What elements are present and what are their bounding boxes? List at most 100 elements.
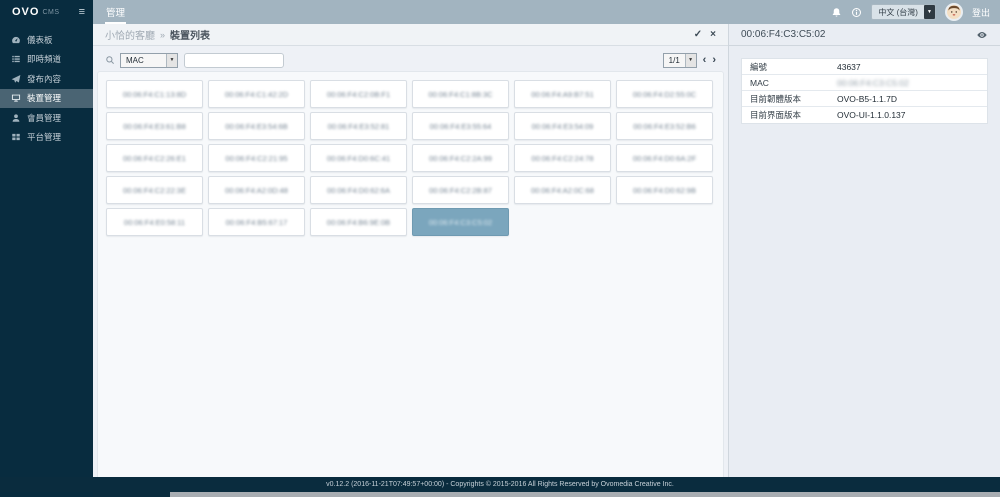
device-card[interactable]: 00:06:F4:E3:52:B6 [616,112,713,140]
device-card[interactable]: 00:06:F4:C2:0B:F1 [310,80,407,108]
main-content: 小恰的客廳 » 裝置列表 ✓ × MAC ▼ 1/1 ▼ ‹ › 00:06:F… [93,24,728,477]
tab-management[interactable]: 管理 [105,0,127,24]
device-mac-label: 00:06:F4:A9:B7:51 [531,89,594,99]
device-card[interactable]: 00:06:F4:E0:58:11 [106,208,203,236]
user-icon [11,113,21,123]
device-mac-label: 00:06:F4:C1:8B:3C [428,89,493,99]
app-logo-suffix: CMS [42,8,60,16]
page-select[interactable]: 1/1 ▼ [662,52,697,68]
sidebar-item-member-management[interactable]: 會員管理 [0,108,93,128]
breadcrumb-actions: ✓ × [694,29,716,40]
bottom-edge [0,492,1000,497]
device-mac-label: 00:06:F4:E3:52:B6 [633,121,696,131]
device-card[interactable]: 00:06:F4:C2:22:3E [106,176,203,204]
sidebar-item-label: 儀表板 [27,34,53,45]
device-card[interactable]: 00:06:F4:A2:0D:48 [208,176,305,204]
detail-header: 00:06:F4:C3:C5:02 [729,24,1000,46]
topbar: 管理 中文 (台灣) ▼ 登出 [93,0,1000,24]
bell-icon[interactable] [831,7,842,18]
device-mac-label: 00:06:F4:D0:6C:41 [326,153,391,163]
device-card[interactable]: 00:06:F4:C1:42:2D [208,80,305,108]
detail-table: 編號 43637 MAC 00:06:F4:C3:C5:02 目前韌體版本 OVO-B5-… [741,58,988,124]
footer: v0.12.2 (2016-11-21T07:49:57+00:00) - Co… [0,477,1000,492]
device-grid: 00:06:F4:C1:13:8D 00:06:F4:C1:42:2D 00:06:… [98,72,723,244]
monitor-icon [11,93,21,103]
device-mac-label: 00:06:F4:E3:55:64 [429,121,492,131]
breadcrumb-parent[interactable]: 小恰的客廳 [105,27,155,42]
device-card[interactable]: 00:06:F4:D2:55:0C [616,80,713,108]
sidebar-item-label: 發布內容 [27,73,62,84]
sidebar-item-platform-management[interactable]: 平台管理 [0,128,93,148]
sidebar-item-label: 即時頻道 [27,54,62,65]
search-field-select[interactable]: MAC ▼ [120,52,178,68]
footer-version-text: v0.12.2 (2016-11-21T07:49:57+00:00) - Co… [326,481,674,488]
device-card[interactable]: 00:06:F4:E3:55:64 [412,112,509,140]
sidebar-item-device-management[interactable]: 裝置管理 [0,88,93,108]
detail-row-label: MAC [750,77,769,88]
detail-row: 目前界面版本 OVO-UI-1.1.0.137 [742,107,987,123]
device-mac-label: 00:06:F4:E0:58:11 [123,217,186,227]
device-mac-label: 00:06:F4:D0:62:9B [633,185,696,195]
device-mac-label: 00:06:F4:D0:6A:2F [632,153,697,163]
device-mac-label: 00:06:F4:B6:9E:0B [326,217,391,227]
device-card[interactable]: 00:06:F4:B6:9E:0B [310,208,407,236]
device-card[interactable]: 00:06:F4:A9:B7:51 [514,80,611,108]
device-mac-label: 00:06:F4:D2:55:0C [632,89,697,99]
device-mac-label: 00:06:F4:C2:0B:F1 [326,89,391,99]
detail-title: 00:06:F4:C3:C5:02 [741,29,826,40]
bottom-edge-gray [170,492,1000,497]
device-card[interactable]: 00:06:F4:D0:62:6A [310,176,407,204]
device-card[interactable]: 00:06:F4:A2:0C:68 [514,176,611,204]
topbar-controls: 中文 (台灣) ▼ 登出 [831,3,1000,21]
device-mac-label: 00:06:F4:A2:0C:68 [531,185,594,195]
device-card[interactable]: 00:06:F4:B5:67:17 [208,208,305,236]
eye-icon[interactable] [976,29,988,41]
device-card[interactable]: 00:06:F4:C2:2B:87 [412,176,509,204]
sidebar-item-label: 平台管理 [27,132,62,143]
device-mac-label: 00:06:F4:E3:54:6B [225,121,288,131]
sidebar-nav: 儀表板 即時頻道 發布內容 裝置管理 會員管理 平台管理 [0,24,93,147]
detail-row-value: OVO-B5-1.1.7D [837,93,897,104]
device-mac-label: 00:06:F4:C2:21:95 [225,153,288,163]
detail-row-label: 目前界面版本 [750,110,802,120]
device-card[interactable]: 00:06:F4:C2:24:78 [514,144,611,172]
device-card[interactable]: 00:06:F4:C2:21:95 [208,144,305,172]
device-card[interactable]: 00:06:F4:C1:8B:3C [412,80,509,108]
logout-button[interactable]: 登出 [972,6,990,19]
search-field-select-value: MAC [126,55,144,65]
sidebar-item-publish-content[interactable]: 發布內容 [0,69,93,89]
language-select[interactable]: 中文 (台灣) ▼ [871,4,936,20]
search-icon [105,55,115,65]
sidebar-item-live-channels[interactable]: 即時頻道 [0,50,93,70]
device-mac-label: 00:06:F4:D0:62:6A [327,185,390,195]
sidebar: OVO CMS ≡ 儀表板 即時頻道 發布內容 裝置管理 會員管理 平台管理 [0,0,93,497]
device-card[interactable]: 00:06:F4:C3:C5:02 [412,208,509,236]
device-card[interactable]: 00:06:F4:E3:54:6B [208,112,305,140]
device-card[interactable]: 00:06:F4:D0:6C:41 [310,144,407,172]
avatar[interactable] [944,3,963,21]
chevron-down-icon: ▼ [684,53,696,67]
device-card[interactable]: 00:06:F4:D0:6A:2F [616,144,713,172]
device-card[interactable]: 00:06:F4:C2:26:E1 [106,144,203,172]
search-input[interactable] [184,52,284,68]
device-card[interactable]: 00:06:F4:C1:13:8D [106,80,203,108]
next-page-button[interactable]: › [712,54,716,66]
page-select-value: 1/1 [668,55,680,65]
list-icon [11,54,21,64]
chevron-down-icon: ▼ [166,53,177,67]
confirm-icon[interactable]: ✓ [694,29,702,40]
close-icon[interactable]: × [710,29,716,40]
device-card[interactable]: 00:06:F4:D0:62:9B [616,176,713,204]
menu-toggle-icon[interactable]: ≡ [79,6,85,18]
device-card[interactable]: 00:06:F4:E3:52:81 [310,112,407,140]
device-card[interactable]: 00:06:F4:E3:54:09 [514,112,611,140]
device-mac-label: 00:06:F4:C1:42:2D [224,89,289,99]
prev-page-button[interactable]: ‹ [703,54,707,66]
sidebar-item-dashboard[interactable]: 儀表板 [0,30,93,50]
device-card[interactable]: 00:06:F4:E3:61:B8 [106,112,203,140]
device-card[interactable]: 00:06:F4:C2:2A:99 [412,144,509,172]
info-icon[interactable] [851,7,862,18]
device-mac-label: 00:06:F4:C2:24:78 [531,153,594,163]
detail-row-value: 43637 [837,61,861,72]
sidebar-item-label: 會員管理 [27,112,62,123]
